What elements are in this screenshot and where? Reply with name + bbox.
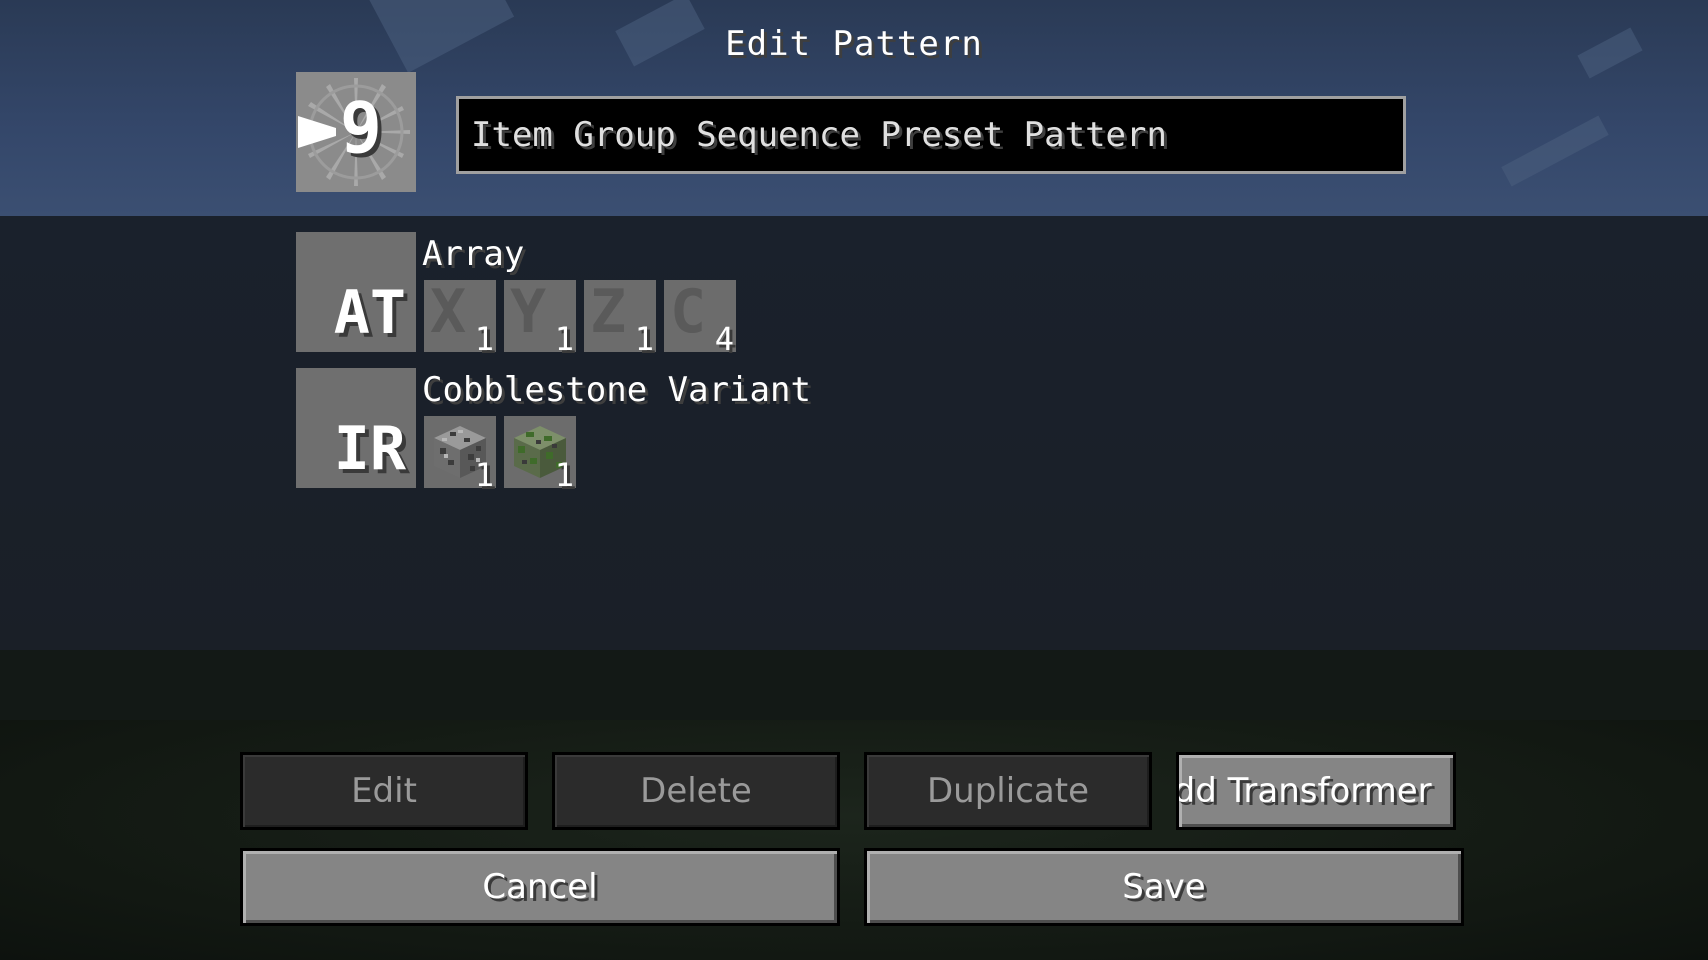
pattern-name-input[interactable]: [456, 96, 1406, 174]
page-title: Edit Pattern: [725, 24, 983, 64]
duplicate-button[interactable]: Duplicate: [864, 752, 1152, 830]
transformer-name: Array: [422, 234, 525, 274]
add-transformer-label: Add Transformer: [1176, 771, 1432, 811]
slot-count: 1: [474, 320, 494, 358]
transformer-abbreviation: AT: [333, 278, 406, 348]
transformer-abbreviation: IR: [333, 414, 406, 484]
delete-button[interactable]: Delete: [552, 752, 840, 830]
slot-count: 1: [474, 456, 494, 494]
slot-count: 4: [714, 320, 734, 358]
ground-horizon: [0, 650, 1708, 720]
cancel-button[interactable]: Cancel: [240, 848, 840, 926]
save-button[interactable]: Save: [864, 848, 1464, 926]
slot-count: 1: [554, 456, 574, 494]
slot-count: 1: [554, 320, 574, 358]
edit-button[interactable]: Edit: [240, 752, 528, 830]
transformer-row-array[interactable]: AT: [296, 232, 416, 352]
item-slot-mossy-cobblestone[interactable]: 1: [504, 416, 576, 494]
screen-overlay: [0, 216, 1708, 650]
axis-z-slot[interactable]: Z 1: [584, 277, 656, 358]
slot-count: 1: [634, 320, 654, 358]
transformer-name: Cobblestone Variant: [422, 370, 811, 410]
add-transformer-button[interactable]: Add Transformer: [1176, 752, 1456, 830]
item-slot-cobblestone[interactable]: 1: [424, 416, 496, 494]
pattern-icon-button[interactable]: 9: [296, 72, 416, 192]
transformer-row-cobblestone-variant[interactable]: IR: [296, 368, 416, 488]
axis-y-slot[interactable]: Y 1: [504, 277, 576, 358]
pattern-number: 9: [339, 87, 383, 169]
axis-x-slot[interactable]: X 1: [424, 277, 496, 358]
copies-slot[interactable]: C 4: [664, 277, 736, 358]
